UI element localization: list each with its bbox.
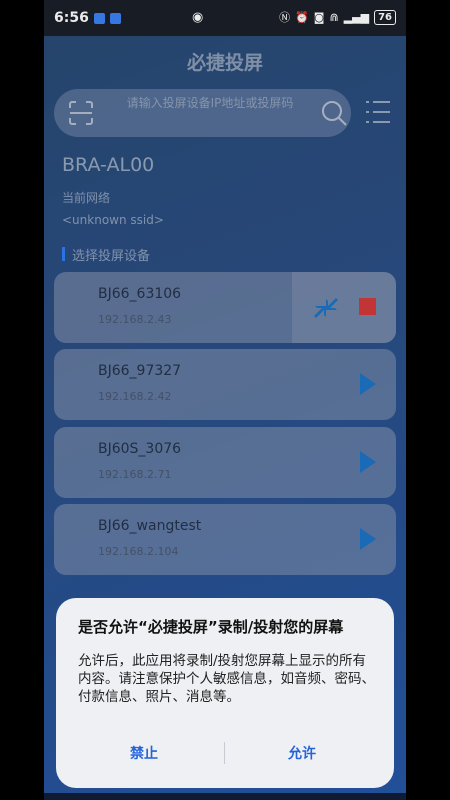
allow-button[interactable]: 允许	[288, 743, 316, 763]
dialog-title: 是否允许“必捷投屏”录制/投射您的屏幕	[78, 618, 344, 636]
navigation-bar	[44, 793, 406, 800]
screen-capture-permission-dialog: 是否允许“必捷投屏”录制/投射您的屏幕 允许后，此应用将录制/投射您屏幕上显示的…	[56, 598, 394, 788]
button-divider	[224, 742, 225, 764]
phone-screen: 6:56 ◉ Ⓝ ⏰ ◙ ⋒ ▂▄▆ 76 必捷投屏 请输入投屏设备IP地址或投…	[44, 0, 406, 800]
dialog-message: 允许后，此应用将录制/投射您屏幕上显示的所有内容。请注意保护个人敏感信息，如音频…	[78, 653, 375, 705]
deny-button[interactable]: 禁止	[130, 743, 158, 763]
